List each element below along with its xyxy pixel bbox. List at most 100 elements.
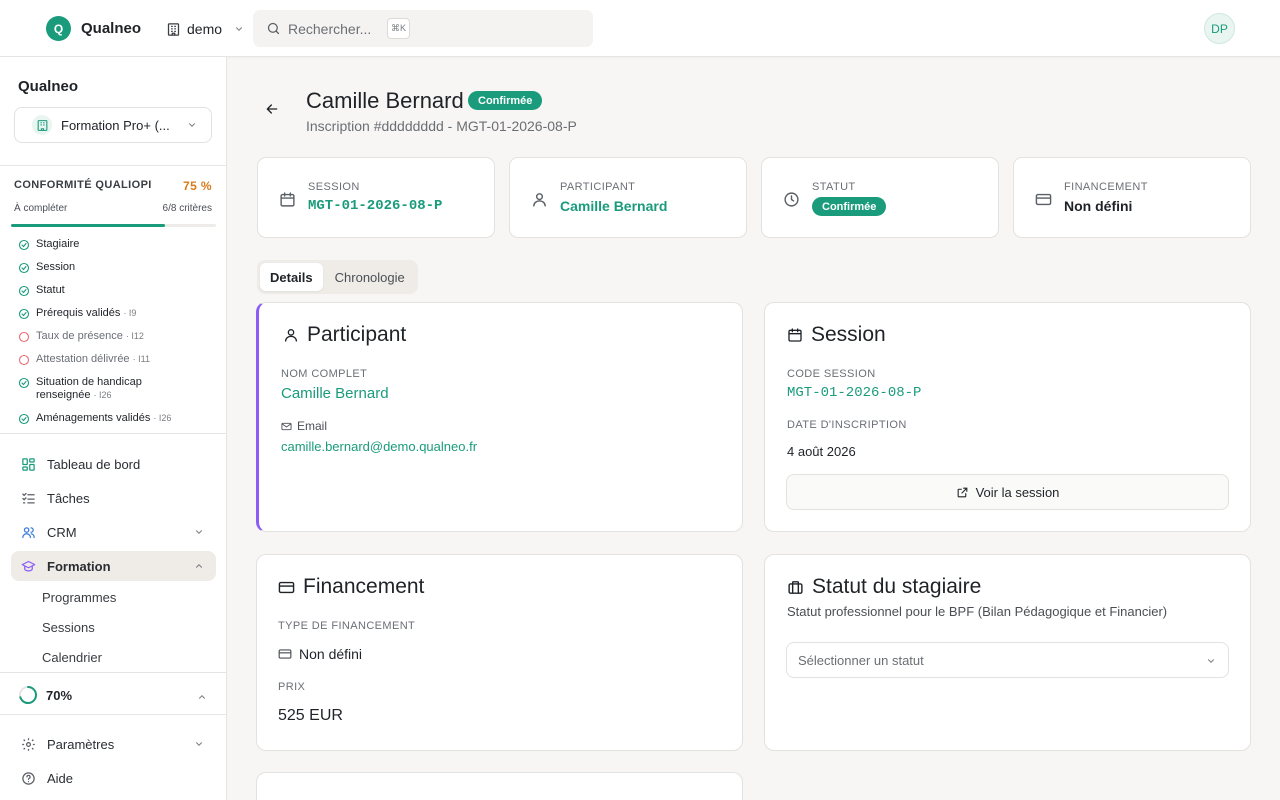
search-input[interactable] (288, 20, 380, 37)
clock-icon (783, 191, 800, 208)
page-title: Camille Bernard (306, 88, 464, 113)
session-code-link[interactable]: MGT-01-2026-08-P (787, 385, 921, 401)
criterion-label: Attestation délivrée (36, 353, 130, 365)
org-switcher[interactable]: demo (166, 17, 244, 41)
chevron-down-icon (194, 739, 204, 749)
criterion-label: Session (36, 261, 76, 273)
card-title-text: Statut du stagiaire (812, 575, 982, 598)
sub-item-calendrier[interactable]: Calendrier (42, 650, 102, 665)
user-icon (283, 327, 299, 343)
stat-card-participant: PARTICIPANT Camille Bernard (509, 157, 747, 238)
user-avatar[interactable]: DP (1204, 13, 1235, 44)
organization-selector[interactable]: Formation Pro+ (... (14, 107, 212, 143)
help-icon (21, 771, 36, 786)
nav-item-parametres[interactable]: Paramètres (11, 729, 216, 759)
criterion-text: Situation de handicap renseignée · I26 (36, 376, 176, 402)
participant-name-link[interactable]: Camille Bernard (281, 385, 389, 402)
stat-value[interactable]: Camille Bernard (560, 198, 667, 214)
criterion-tag: · I26 (93, 390, 112, 400)
progress-ring-icon (18, 685, 38, 705)
mail-icon (281, 421, 292, 432)
criterion-text: Prérequis validés · I9 (36, 307, 136, 320)
check-circle-icon (18, 262, 30, 274)
check-circle-icon (18, 377, 30, 389)
setup-progress[interactable]: 70% (18, 685, 72, 705)
financement-card: Financement TYPE DE FINANCEMENT Non défi… (256, 554, 743, 751)
field-label: NOM COMPLET (281, 368, 368, 380)
card-subtitle: Statut professionnel pour le BPF (Bilan … (787, 604, 1168, 619)
external-link-icon (956, 486, 969, 499)
qualiopi-criterion: Statut (18, 284, 65, 297)
briefcase-icon (787, 579, 804, 596)
nav-item-tableau-de-bord[interactable]: Tableau de bord (11, 449, 216, 479)
field-label: Email (297, 419, 328, 433)
select-placeholder: Sélectionner un statut (798, 652, 924, 668)
participant-email-link[interactable]: camille.bernard@demo.qualneo.fr (281, 439, 477, 454)
organization-name: Formation Pro+ (... (61, 117, 170, 133)
divider (0, 433, 227, 434)
criterion-text: Attestation délivrée · I11 (36, 353, 150, 366)
next-card-partial (256, 772, 743, 800)
qualiopi-criterion: Aménagements validés · I26 (18, 412, 171, 425)
criterion-text: Statut (36, 284, 65, 297)
building-icon (166, 22, 181, 37)
statut-select[interactable]: Sélectionner un statut (786, 642, 1229, 678)
user-icon (531, 191, 548, 208)
view-session-button[interactable]: Voir la session (786, 474, 1229, 510)
logo-icon[interactable]: Q (46, 16, 71, 41)
nav-label: Tâches (47, 490, 90, 506)
qualiopi-progress-bar (11, 224, 216, 227)
check-circle-icon (18, 239, 30, 251)
stat-label: PARTICIPANT (560, 181, 636, 193)
nav-item-taches[interactable]: Tâches (11, 483, 216, 513)
building-icon (32, 115, 52, 135)
nav-item-crm[interactable]: CRM (11, 517, 216, 547)
org-name: demo (187, 21, 223, 37)
qualiopi-criterion: Situation de handicap renseignée · I26 (18, 376, 176, 402)
stat-value[interactable]: MGT-01-2026-08-P (308, 198, 442, 214)
qualiopi-criterion: Taux de présence · I12 (18, 330, 144, 343)
criterion-tag: · I12 (125, 331, 144, 341)
sidebar-title: Qualneo (18, 78, 79, 95)
tab-chronologie[interactable]: Chronologie (325, 263, 415, 291)
qualiopi-criterion: Stagiaire (18, 238, 79, 251)
criterion-label: Stagiaire (36, 238, 80, 250)
check-circle-icon (18, 285, 30, 297)
criterion-tag: · I9 (123, 308, 137, 318)
calendar-icon (787, 327, 803, 343)
financing-type-row: Non défini (278, 646, 362, 662)
nav-item-formation[interactable]: Formation (11, 551, 216, 581)
sub-item-sessions[interactable]: Sessions (42, 620, 95, 635)
stat-value: Non défini (1064, 198, 1133, 214)
sub-item-programmes[interactable]: Programmes (42, 590, 116, 605)
empty-circle-icon (18, 331, 30, 343)
criterion-label: Statut (36, 284, 65, 296)
back-arrow-icon[interactable] (264, 101, 280, 117)
tab-details[interactable]: Details (260, 263, 323, 291)
tab-bar: Details Chronologie (257, 260, 418, 294)
statut-stagiaire-card: Statut du stagiaire Statut professionnel… (764, 554, 1251, 751)
nav-label: Aide (47, 770, 74, 786)
price-value: 525 EUR (278, 707, 343, 724)
divider (0, 714, 227, 715)
status-badge: Confirmée (812, 197, 887, 216)
calendar-icon (279, 191, 296, 208)
chevron-up-icon[interactable] (197, 692, 207, 702)
nav-item-aide[interactable]: Aide (11, 763, 216, 793)
stat-card-session: SESSION MGT-01-2026-08-P (257, 157, 495, 238)
brand-name[interactable]: Qualneo (81, 20, 141, 37)
chevron-up-icon (194, 561, 204, 571)
empty-circle-icon (18, 354, 30, 366)
stat-card-statut: STATUT Confirmée (761, 157, 999, 238)
dashboard-icon (21, 457, 36, 472)
chevron-down-icon (234, 24, 244, 34)
divider (0, 672, 227, 673)
session-card: Session CODE SESSION MGT-01-2026-08-P DA… (764, 302, 1251, 532)
criterion-label: Situation de handicap renseignée (36, 376, 142, 401)
field-label: PRIX (278, 681, 306, 693)
nav-label: Formation (47, 558, 111, 574)
card-title: Session (787, 323, 886, 347)
search-bar[interactable]: ⌘K (253, 10, 593, 47)
users-icon (21, 525, 36, 540)
shortcut-hint: ⌘K (387, 18, 410, 39)
